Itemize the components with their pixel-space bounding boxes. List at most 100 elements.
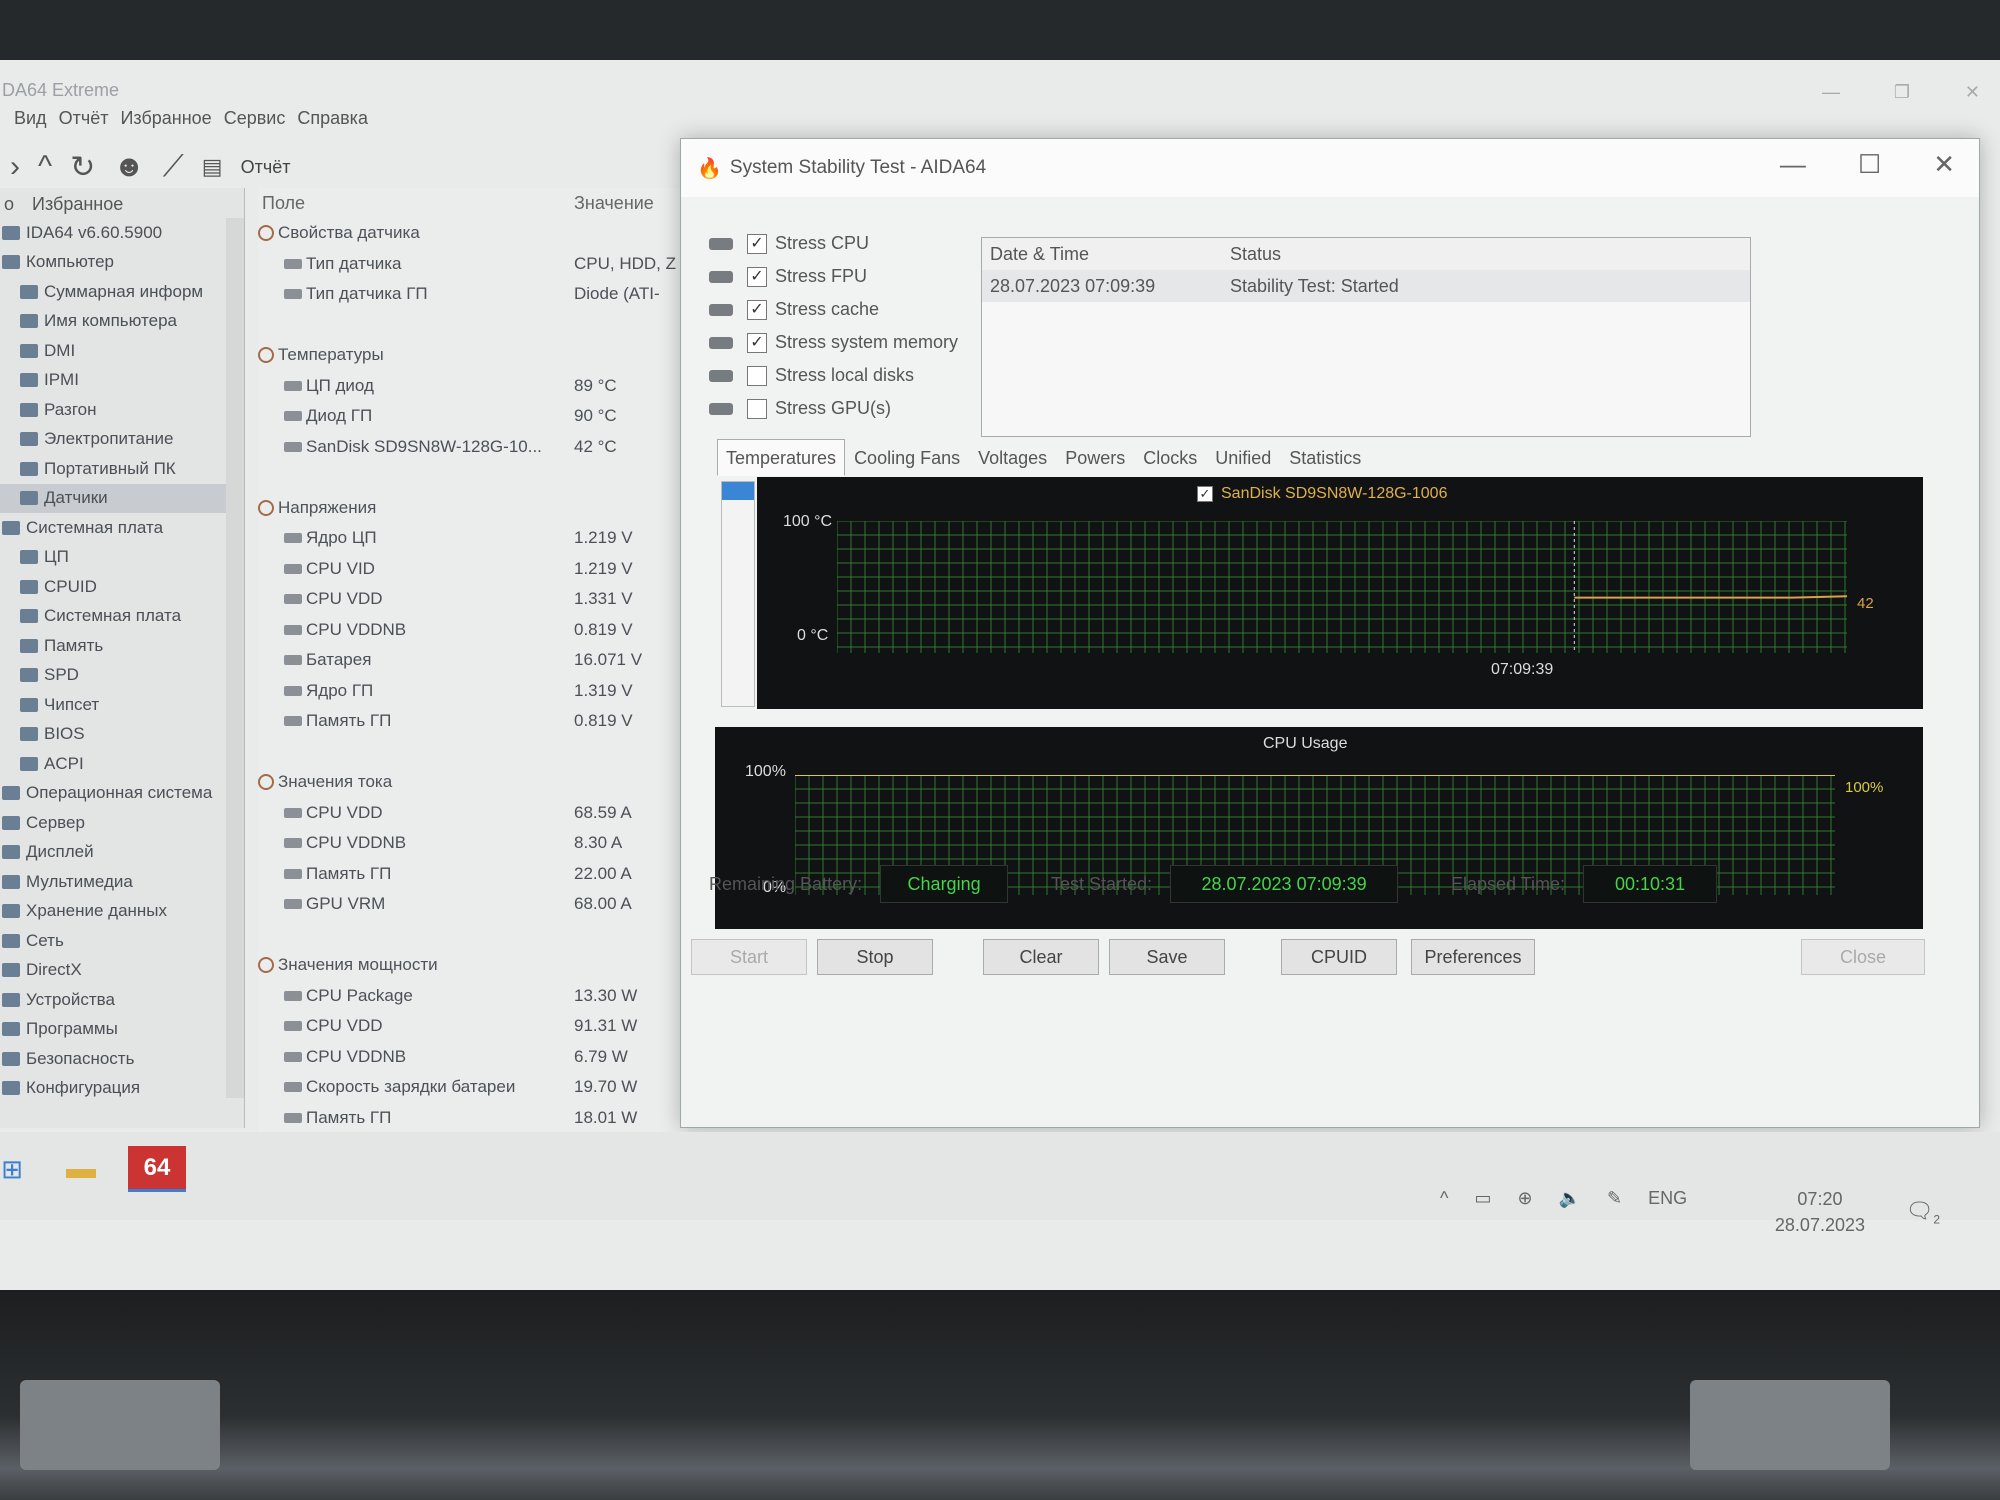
menu-item[interactable]: Вид — [14, 108, 47, 138]
preferences-button[interactable]: Preferences — [1411, 939, 1535, 975]
menu-item[interactable]: Отчёт — [59, 108, 109, 138]
refresh-icon[interactable]: ↻ — [70, 150, 95, 185]
tree-item[interactable]: Операционная система — [0, 779, 244, 809]
log-row[interactable]: 28.07.2023 07:09:39 Stability Test: Star… — [982, 270, 1750, 302]
volume-icon[interactable]: 🔈 — [1559, 1188, 1581, 1209]
start-icon[interactable]: ⊞ — [0, 1146, 24, 1192]
log-header-datetime[interactable]: Date & Time — [982, 244, 1230, 265]
sst-close-icon[interactable]: ✕ — [1933, 149, 1955, 180]
sensor-group-row[interactable]: Значения мощности — [258, 950, 688, 981]
sensor-row[interactable]: GPU VRM 68.00 A — [258, 889, 688, 920]
main-close-icon[interactable]: ✕ — [1965, 82, 1980, 103]
tree-item[interactable]: DMI — [0, 336, 244, 366]
sensor-group-row[interactable]: Напряжения — [258, 493, 688, 524]
tree-item[interactable]: Устройства — [0, 985, 244, 1015]
tree-item[interactable]: Системная плата — [0, 513, 244, 543]
tree-item[interactable]: BIOS — [0, 720, 244, 750]
tree-item[interactable]: Имя компьютера — [0, 307, 244, 337]
stress-option[interactable]: ✓ Stress system memory — [709, 326, 958, 359]
sst-minimize-icon[interactable]: — — [1780, 149, 1806, 180]
tree-item[interactable]: Портативный ПК — [0, 454, 244, 484]
tree-item[interactable]: Программы — [0, 1015, 244, 1045]
sensor-row[interactable]: SanDisk SD9SN8W-128G-10... 42 °C — [258, 432, 688, 463]
sensor-row[interactable]: Тип датчика CPU, HDD, Z — [258, 249, 688, 280]
network-icon[interactable]: ⊕ — [1517, 1188, 1532, 1209]
sensor-row[interactable]: CPU VDDNB 6.79 W — [258, 1042, 688, 1073]
tree-item[interactable]: Сеть — [0, 926, 244, 956]
sensor-group-row[interactable]: Значения тока — [258, 767, 688, 798]
tree-item[interactable]: Сервер — [0, 808, 244, 838]
report-button[interactable]: Отчёт — [241, 157, 291, 178]
cpuid-button[interactable]: CPUID — [1281, 939, 1397, 975]
stress-checkbox[interactable]: ✓ — [747, 233, 767, 254]
sensor-row[interactable]: Тип датчика ГП Diode (ATI- — [258, 279, 688, 310]
tree-item[interactable]: Память — [0, 631, 244, 661]
pen-icon[interactable]: ✎ — [1607, 1188, 1622, 1209]
sensor-row[interactable]: CPU VDDNB 0.819 V — [258, 615, 688, 646]
tree-item[interactable]: IDA64 v6.60.5900 — [0, 218, 244, 248]
graph-tab[interactable]: Statistics — [1280, 439, 1370, 476]
column-field[interactable]: Поле — [258, 193, 574, 214]
sensor-select-list[interactable] — [721, 481, 755, 707]
stress-checkbox[interactable]: ✓ — [747, 266, 767, 287]
tree-item[interactable]: Системная плата — [0, 602, 244, 632]
tree-item[interactable]: Мультимедиа — [0, 867, 244, 897]
stress-option[interactable]: ✓ Stress cache — [709, 293, 958, 326]
tree-item[interactable]: Компьютер — [0, 248, 244, 278]
up-icon[interactable]: ^ — [38, 150, 52, 184]
sensor-row[interactable]: Диод ГП 90 °C — [258, 401, 688, 432]
stop-button[interactable]: Stop — [817, 939, 933, 975]
sensor-row[interactable]: CPU VDD 91.31 W — [258, 1011, 688, 1042]
battery-icon[interactable]: ▭ — [1474, 1188, 1491, 1209]
tree-item[interactable]: Электропитание — [0, 425, 244, 455]
tray-chevron-icon[interactable]: ^ — [1440, 1188, 1448, 1209]
close-button[interactable]: Close — [1801, 939, 1925, 975]
menu-item[interactable]: Сервис — [224, 108, 286, 138]
stress-checkbox[interactable]: ✓ — [747, 299, 767, 320]
stress-checkbox[interactable] — [747, 365, 767, 386]
sensor-row[interactable]: Ядро ЦП 1.219 V — [258, 523, 688, 554]
taskbar-clock[interactable]: 07:20 28.07.2023 — [1775, 1186, 1865, 1238]
graph-tab[interactable]: Clocks — [1134, 439, 1206, 476]
tree-header-favorites[interactable]: Избранное — [32, 194, 123, 214]
stress-option[interactable]: ✓ Stress CPU — [709, 227, 958, 260]
tree-item[interactable]: Суммарная информ — [0, 277, 244, 307]
file-explorer-icon[interactable]: ▬ — [52, 1146, 110, 1192]
sensor-row[interactable]: CPU VDDNB 8.30 A — [258, 828, 688, 859]
report-icon[interactable]: ▤ — [202, 154, 223, 180]
graph-tab[interactable]: Unified — [1206, 439, 1280, 476]
sensor-row[interactable]: CPU VID 1.219 V — [258, 554, 688, 585]
sensor-row[interactable]: Скорость зарядки батареи 19.70 W — [258, 1072, 688, 1103]
main-maximize-icon[interactable]: ❐ — [1894, 82, 1910, 103]
sensor-row[interactable]: ЦП диод 89 °C — [258, 371, 688, 402]
graph-tab[interactable]: Temperatures — [717, 439, 846, 476]
log-header-status[interactable]: Status — [1230, 244, 1281, 265]
stress-option[interactable]: ✓ Stress FPU — [709, 260, 958, 293]
sensor-row[interactable]: CPU Package 13.30 W — [258, 981, 688, 1012]
tree-item[interactable]: IPMI — [0, 366, 244, 396]
graph-tab[interactable]: Cooling Fans — [845, 439, 969, 476]
sst-maximize-icon[interactable]: ☐ — [1858, 149, 1881, 180]
tree-item[interactable]: Дисплей — [0, 838, 244, 868]
tree-item[interactable]: ЦП — [0, 543, 244, 573]
clear-button[interactable]: Clear — [983, 939, 1099, 975]
menu-item[interactable]: Избранное — [120, 108, 211, 138]
tree-item[interactable]: Разгон — [0, 395, 244, 425]
sensor-row[interactable]: Ядро ГП 1.319 V — [258, 676, 688, 707]
start-button[interactable]: Start — [691, 939, 807, 975]
forward-icon[interactable]: › — [10, 150, 20, 184]
tree-item[interactable]: DirectX — [0, 956, 244, 986]
tree-item[interactable]: Чипсет — [0, 690, 244, 720]
chart-icon[interactable]: ⟋ — [163, 150, 184, 184]
save-button[interactable]: Save — [1109, 939, 1225, 975]
menu-item[interactable]: Справка — [297, 108, 368, 138]
temperature-legend-checkbox[interactable]: ✓ — [1197, 486, 1213, 502]
column-value[interactable]: Значение — [574, 193, 654, 214]
tree-item[interactable]: SPD — [0, 661, 244, 691]
tree-item[interactable]: Хранение данных — [0, 897, 244, 927]
language-indicator[interactable]: ENG — [1648, 1188, 1687, 1209]
graph-tab[interactable]: Powers — [1056, 439, 1134, 476]
sensor-row[interactable]: Память ГП 18.01 W — [258, 1103, 688, 1134]
tree-item[interactable]: Датчики — [0, 483, 244, 513]
sensor-group-row[interactable]: Свойства датчика — [258, 218, 688, 249]
